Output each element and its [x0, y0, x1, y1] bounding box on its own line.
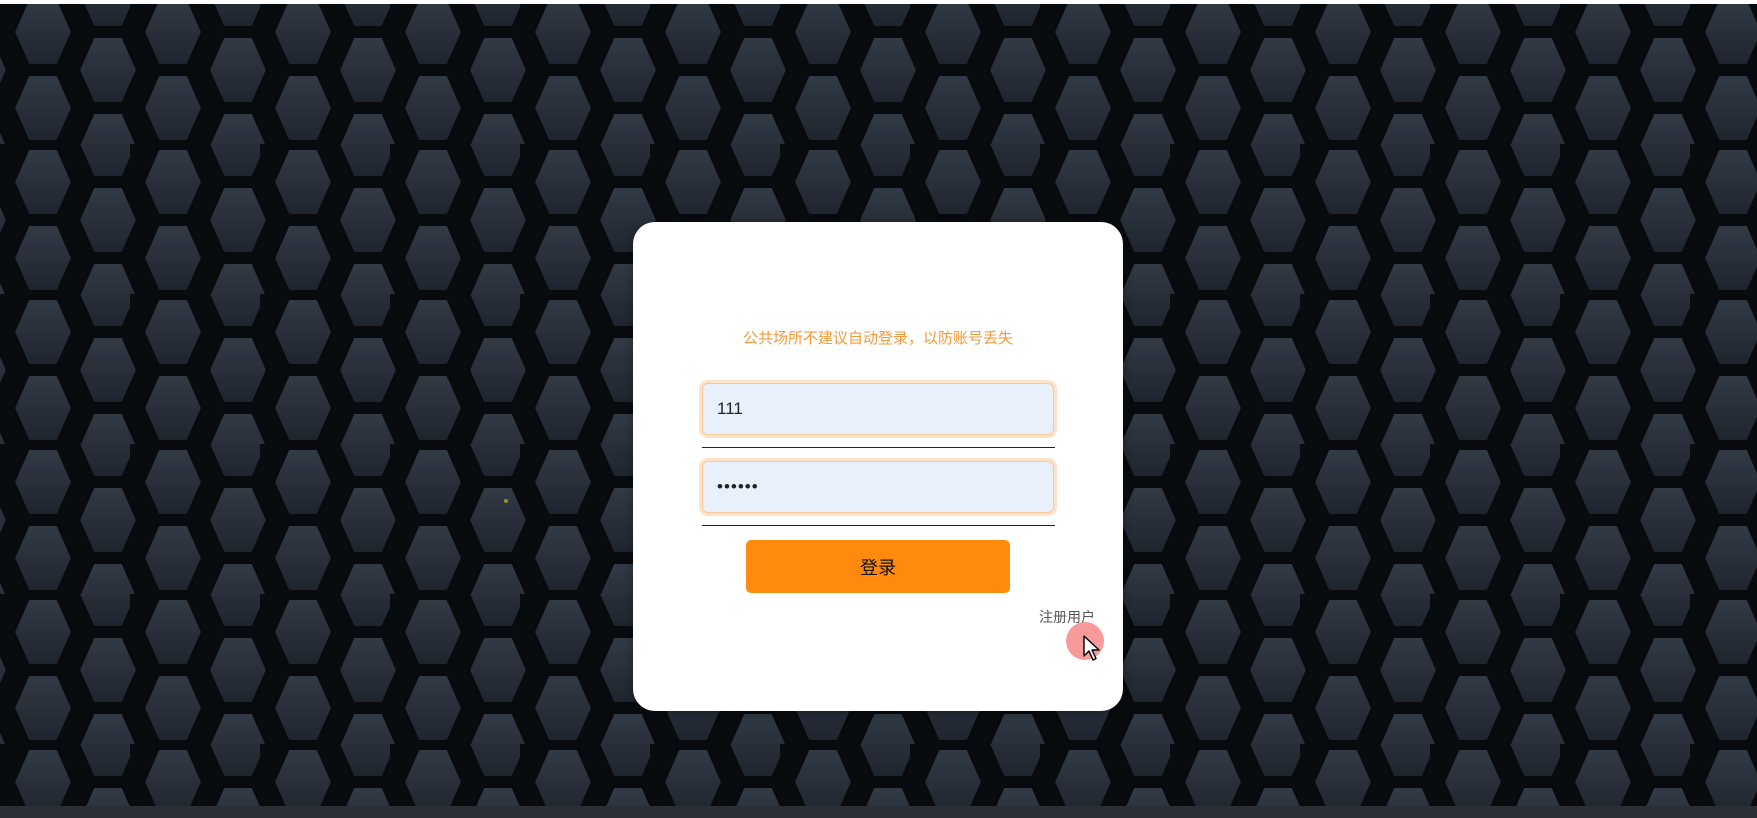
background-speck	[504, 499, 508, 503]
security-warning-text: 公共场所不建议自动登录，以防账号丢失	[742, 329, 1013, 347]
username-input[interactable]	[702, 383, 1054, 435]
login-button[interactable]: 登录	[746, 540, 1010, 593]
bottom-strip	[0, 806, 1757, 818]
login-card: 公共场所不建议自动登录，以防账号丢失 登录 注册用户	[633, 222, 1123, 711]
arrow-cursor-icon	[1083, 635, 1100, 661]
password-underline	[702, 525, 1055, 526]
password-input[interactable]	[702, 461, 1054, 513]
username-underline	[702, 447, 1055, 448]
page-viewport: 公共场所不建议自动登录，以防账号丢失 登录 注册用户	[0, 0, 1757, 818]
